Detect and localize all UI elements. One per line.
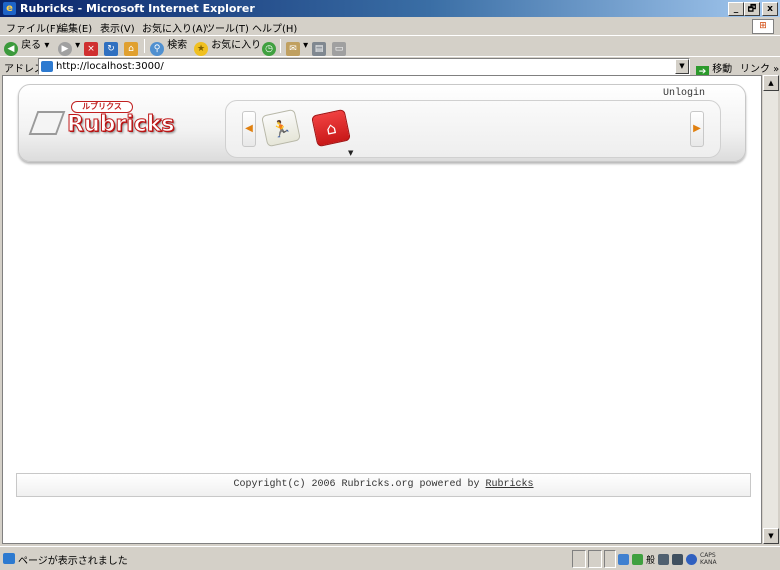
window-controls: _ 🗗 x — [728, 2, 778, 16]
address-url: http://localhost:3000/ — [56, 61, 164, 72]
refresh-button[interactable]: ↻ — [104, 38, 118, 56]
history-button[interactable]: ◷ — [262, 38, 276, 56]
forward-button[interactable]: ▶ ▾ — [58, 38, 80, 56]
chevron-down-icon[interactable]: ▼ — [348, 149, 353, 157]
stop-button[interactable]: × — [84, 38, 98, 56]
input-mode-icon[interactable] — [632, 553, 643, 565]
links-button[interactable]: リンク » — [740, 60, 779, 75]
favorites-button[interactable]: ★ お気に入り — [194, 38, 262, 56]
menu-edit[interactable]: 編集(E) — [58, 20, 92, 35]
scroll-up-button[interactable]: ▲ — [763, 75, 779, 91]
status-text: ページが表示されました — [18, 556, 128, 567]
title-bar[interactable]: e Rubricks - Microsoft Internet Explorer… — [0, 0, 780, 17]
site-footer: Copyright(c) 2006 Rubricks.org powered b… — [16, 473, 751, 497]
browser-window: e Rubricks - Microsoft Internet Explorer… — [0, 0, 780, 570]
menu-file[interactable]: ファイル(F) — [6, 20, 60, 35]
search-icon: ⚲ — [150, 42, 164, 56]
tool-icon[interactable] — [672, 553, 684, 565]
mail-button[interactable]: ✉ ▾ — [286, 38, 308, 56]
back-button[interactable]: ◀ 戻る ▾ — [4, 38, 49, 56]
menu-favorites[interactable]: お気に入り(A) — [142, 20, 207, 35]
back-label: 戻る — [21, 40, 42, 51]
edit-icon: ▭ — [332, 42, 346, 56]
close-button[interactable]: x — [762, 2, 778, 16]
print-icon: ▤ — [312, 42, 326, 56]
menu-tools[interactable]: ツール(T) — [205, 20, 249, 35]
rubricks-logo[interactable]: ルブリクス Rubricks — [28, 95, 199, 145]
nav-next-button[interactable]: ▶ — [690, 111, 704, 147]
toolbar-separator — [280, 39, 281, 53]
ime-toolbar-icon[interactable] — [618, 553, 629, 565]
page-viewport: ルブリクス Rubricks Unlogin ◀ 🏃 ⌂ ▼ ▶ Copyrig… — [2, 75, 762, 544]
vertical-scrollbar[interactable]: ▲ ▼ — [762, 75, 779, 544]
help-icon[interactable] — [686, 553, 698, 565]
back-arrow-icon: ◀ — [4, 42, 18, 56]
history-icon: ◷ — [262, 42, 276, 56]
windows-logo-icon: ⊞ — [752, 19, 774, 34]
logo-cube-icon — [28, 111, 66, 135]
go-label: 移動 — [712, 64, 733, 75]
menu-bar: ファイル(F) 編集(E) 表示(V) お気に入り(A) ツール(T) ヘルプ(… — [0, 17, 780, 36]
nav-panel: ◀ 🏃 ⌂ ▼ ▶ — [225, 100, 721, 158]
system-tray: 般 CAPS KANA — [618, 549, 778, 569]
address-input[interactable]: http://localhost:3000/ ▼ — [38, 58, 690, 75]
footer-rubricks-link[interactable]: Rubricks — [486, 479, 534, 490]
logo-text: Rubricks — [67, 112, 176, 138]
home-nav-icon[interactable]: ⌂ — [311, 108, 351, 148]
search-label: 検索 — [167, 40, 188, 51]
address-bar: アドレス(D) http://localhost:3000/ ▼ ➔ 移動 リン… — [0, 56, 780, 78]
kana-label: KANA — [700, 559, 717, 566]
home-button[interactable]: ⌂ — [124, 38, 138, 56]
favorites-label: お気に入り — [211, 40, 262, 51]
maximize-button[interactable]: 🗗 — [744, 2, 760, 16]
print-button[interactable]: ▤ — [312, 38, 326, 56]
site-header: ルブリクス Rubricks Unlogin ◀ 🏃 ⌂ ▼ ▶ — [18, 84, 746, 162]
forward-arrow-icon: ▶ — [58, 42, 72, 56]
status-cell — [588, 550, 602, 568]
nav-prev-button[interactable]: ◀ — [242, 111, 256, 147]
status-cell — [604, 550, 616, 568]
mail-icon: ✉ — [286, 42, 300, 56]
home-icon: ⌂ — [124, 42, 138, 56]
menu-help[interactable]: ヘルプ(H) — [252, 20, 297, 35]
user-login-icon[interactable]: 🏃 — [261, 108, 301, 148]
ie-icon: e — [3, 2, 16, 15]
scroll-down-button[interactable]: ▼ — [763, 528, 779, 544]
caps-label: CAPS — [700, 552, 716, 559]
unlogin-link[interactable]: Unlogin — [663, 88, 705, 99]
caps-kana-indicator: CAPS KANA — [700, 552, 717, 566]
minimize-button[interactable]: _ — [728, 2, 744, 16]
menu-view[interactable]: 表示(V) — [100, 20, 135, 35]
window-title: Rubricks - Microsoft Internet Explorer — [20, 2, 255, 15]
stop-icon: × — [84, 42, 98, 56]
dictionary-icon[interactable] — [658, 553, 670, 565]
search-button[interactable]: ⚲ 検索 — [150, 38, 188, 56]
status-cell — [572, 550, 586, 568]
star-icon: ★ — [194, 42, 208, 56]
toolbar: ◀ 戻る ▾ ▶ ▾ × ↻ ⌂ ⚲ 検索 ★ お気に入り ◷ ✉ ▾ ▤ ▭ — [0, 37, 780, 56]
footer-text: Copyright(c) 2006 Rubricks.org powered b… — [233, 479, 480, 490]
toolbar-separator — [144, 39, 145, 53]
status-bar: ページが表示されました 般 CAPS KANA — [0, 546, 780, 570]
address-dropdown-button[interactable]: ▼ — [675, 59, 689, 74]
edit-page-button[interactable]: ▭ — [332, 38, 346, 56]
ime-mode-label[interactable]: 般 — [646, 553, 655, 566]
refresh-icon: ↻ — [104, 42, 118, 56]
page-status-icon — [3, 553, 15, 564]
page-icon — [41, 61, 53, 72]
